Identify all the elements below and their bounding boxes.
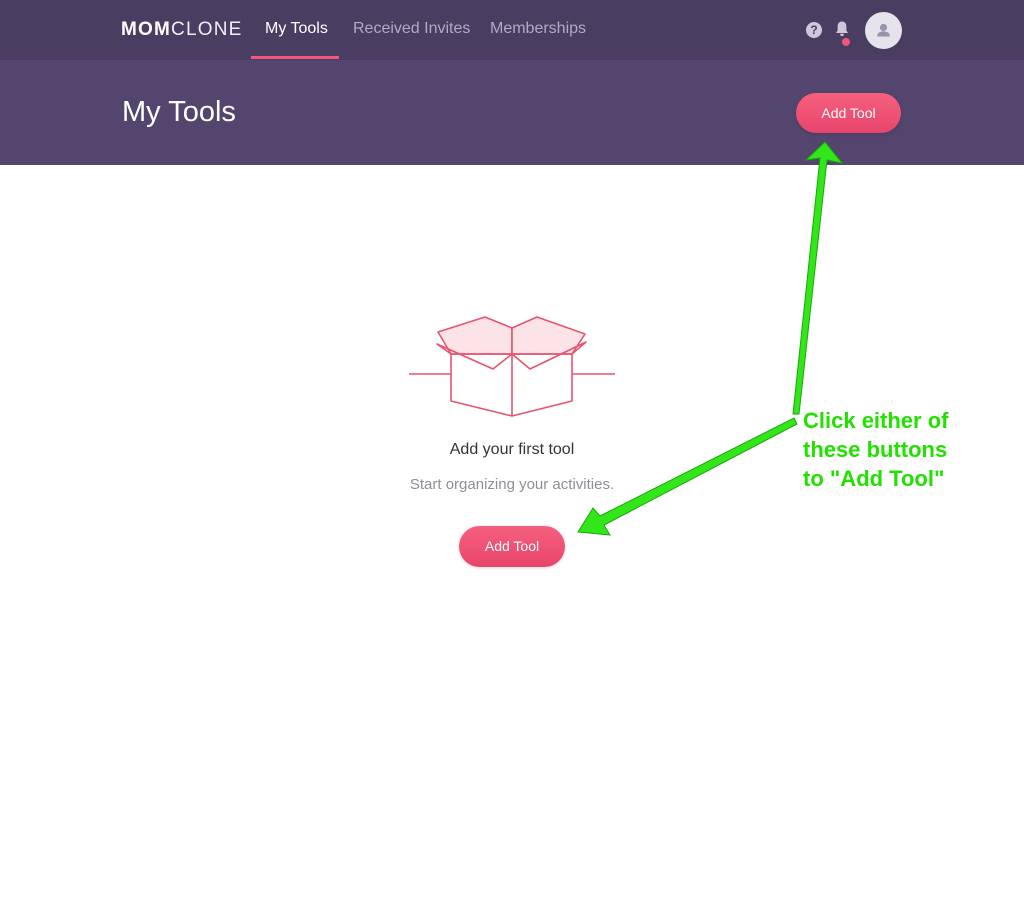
annotation-line: to "Add Tool" — [803, 466, 945, 491]
avatar-user-icon — [877, 23, 890, 37]
tab-received-invites[interactable]: Received Invites — [353, 18, 470, 40]
add-tool-button-main[interactable]: Add Tool — [459, 526, 565, 567]
notification-badge-dot — [842, 38, 850, 46]
active-tab-indicator — [251, 56, 339, 59]
empty-state-subtitle: Start organizing your activities. — [409, 476, 615, 493]
help-icon[interactable]: ? — [806, 22, 822, 38]
annotation-text: Click either of these buttons to "Add To… — [803, 406, 1018, 493]
brand-logo-light: CLONE — [171, 19, 243, 40]
page-title: My Tools — [122, 96, 236, 128]
open-box-icon — [409, 316, 615, 417]
brand-logo[interactable]: MOMCLONE — [121, 19, 243, 41]
brand-logo-bold: MOM — [121, 19, 172, 40]
bell-icon[interactable] — [834, 20, 850, 38]
avatar[interactable] — [865, 12, 902, 49]
tab-my-tools[interactable]: My Tools — [265, 18, 328, 40]
annotation-line: these buttons — [803, 437, 948, 462]
tab-memberships[interactable]: Memberships — [490, 18, 586, 40]
annotation-arrow-up — [792, 141, 844, 415]
annotation-line: Click either of — [803, 408, 949, 433]
add-tool-button-header[interactable]: Add Tool — [796, 93, 901, 133]
empty-state-title: Add your first tool — [449, 441, 575, 458]
